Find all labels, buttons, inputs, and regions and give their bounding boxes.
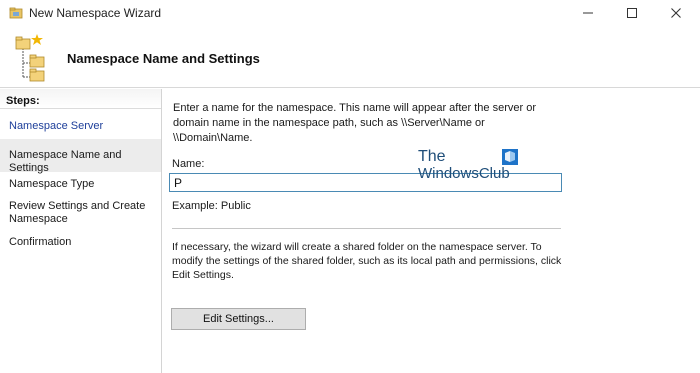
page-title: Namespace Name and Settings — [67, 51, 260, 66]
watermark: The WindowsClub — [418, 148, 528, 184]
intro-text: Enter a name for the namespace. This nam… — [173, 102, 536, 144]
maximize-button[interactable] — [610, 0, 654, 26]
step-review-settings: Review Settings and Create Namespace — [9, 200, 146, 225]
shared-folder-note: If necessary, the wizard will create a s… — [172, 241, 562, 281]
name-label: Name: — [172, 158, 205, 170]
edit-settings-button[interactable]: Edit Settings... — [171, 308, 306, 330]
step-namespace-name-and-settings[interactable]: Namespace Name and Settings — [0, 139, 161, 174]
step-confirmation: Confirmation — [9, 236, 72, 248]
close-button[interactable] — [654, 0, 698, 26]
steps-heading: Steps: — [0, 89, 161, 109]
minimize-button[interactable] — [566, 0, 610, 26]
step-namespace-server[interactable]: Namespace Server — [0, 120, 161, 133]
title-bar: New Namespace Wizard — [0, 0, 700, 26]
close-icon — [671, 8, 681, 18]
main-content: Enter a name for the namespace. This nam… — [163, 89, 700, 373]
maximize-icon — [627, 8, 637, 18]
window-title: New Namespace Wizard — [29, 6, 162, 20]
namespace-app-icon — [9, 7, 23, 19]
step-namespace-type: Namespace Type — [9, 178, 95, 190]
wizard-header: Namespace Name and Settings — [0, 26, 700, 88]
namespace-wizard-icon — [15, 34, 45, 82]
watermark-line2: WindowsClub — [418, 165, 510, 182]
windowsclub-logo-icon — [502, 149, 518, 165]
minimize-icon — [583, 12, 593, 14]
watermark-line1: The — [418, 148, 446, 165]
example-text: Example: Public — [172, 200, 251, 212]
divider — [172, 228, 561, 229]
steps-panel: Steps: Namespace Server Namespace Name a… — [0, 89, 162, 373]
